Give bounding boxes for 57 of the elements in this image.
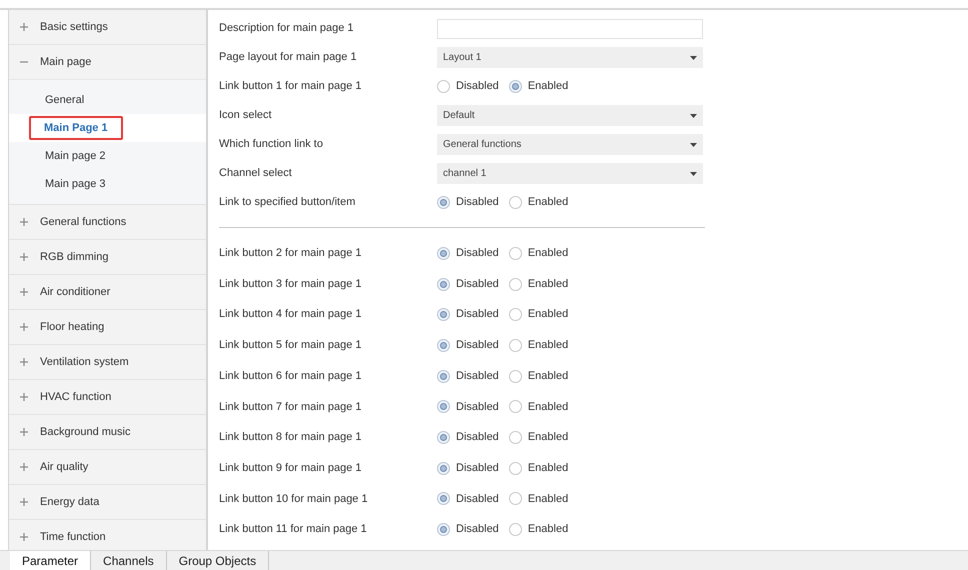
parameter-label: Description for main page 1 <box>219 21 355 36</box>
tab[interactable]: Parameter <box>10 551 92 570</box>
dropdown[interactable]: Default <box>437 105 703 126</box>
radio-option[interactable]: Enabled <box>508 306 568 323</box>
tab[interactable]: Channels <box>91 551 167 570</box>
radio-option[interactable]: Disabled <box>437 398 499 416</box>
parameter-label: Page layout for main page 1 <box>219 50 358 66</box>
sidebar-subitem[interactable]: Main page 3 <box>9 170 206 198</box>
sidebar-subitem[interactable]: Main Page 1 <box>9 114 206 142</box>
radio-option[interactable]: Enabled <box>508 398 568 416</box>
dropdown[interactable]: General functions <box>437 134 703 155</box>
parameter-label: Link button 8 for main page 1 <box>219 430 362 446</box>
radio-option[interactable]: Enabled <box>508 194 568 211</box>
radio-option[interactable]: Disabled <box>437 245 499 262</box>
parameter-label: Link button 3 for main page 1 <box>219 276 362 292</box>
radio-option[interactable]: Disabled <box>437 194 499 211</box>
dropdown-caret-icon <box>690 114 697 118</box>
parameter-label: Link button 6 for main page 1 <box>219 368 362 384</box>
radio-option[interactable]: Enabled <box>508 521 568 538</box>
radio-option[interactable]: Enabled <box>508 276 568 292</box>
radio-option[interactable]: Enabled <box>508 245 568 262</box>
sidebar-subitem[interactable]: General <box>9 86 206 114</box>
parameter-label: Link button 4 for main page 1 <box>219 307 362 322</box>
parameter-label: Link button 11 for main page 1 <box>219 522 368 538</box>
radio-option[interactable]: Disabled <box>437 460 499 476</box>
parameter-label: Link button 7 for main page 1 <box>219 400 362 415</box>
parameter-label: Link button 1 for main page 1 <box>219 79 362 94</box>
tab[interactable]: Group Objects <box>166 551 270 570</box>
radio-option[interactable]: Disabled <box>437 276 499 292</box>
radio-option[interactable]: Enabled <box>508 490 568 508</box>
text-field[interactable] <box>437 18 703 38</box>
radio-option[interactable]: Enabled <box>508 337 568 354</box>
radio-option[interactable]: Enabled <box>508 460 568 476</box>
radio-option[interactable]: Enabled <box>508 368 568 384</box>
radio-option[interactable]: Disabled <box>437 337 499 354</box>
dropdown-caret-icon <box>690 56 697 60</box>
sidebar-subitem[interactable]: Main page 2 <box>9 142 206 170</box>
parameter-label: Link button 2 for main page 1 <box>219 246 362 262</box>
dropdown[interactable]: channel 1 <box>437 163 703 184</box>
parameter-label: Link button 10 for main page 1 <box>219 492 369 507</box>
radio-option[interactable]: Disabled <box>437 368 499 384</box>
dropdown[interactable]: Layout 1 <box>437 47 703 68</box>
radio-option[interactable]: Enabled <box>508 429 568 446</box>
parameter-label: Link button 9 for main page 1 <box>219 460 362 476</box>
radio-option[interactable]: Disabled <box>437 78 499 95</box>
parameter-label: Channel select <box>219 166 293 182</box>
radio-option[interactable]: Disabled <box>437 306 499 323</box>
radio-option[interactable]: Enabled <box>508 78 568 95</box>
parameter-label: Link to specified button/item <box>219 195 356 210</box>
dropdown-caret-icon <box>690 142 697 146</box>
radio-option[interactable]: Disabled <box>437 429 499 446</box>
radio-option[interactable]: Disabled <box>437 521 499 538</box>
parameter-label: Icon select <box>219 108 273 124</box>
dropdown-caret-icon <box>690 172 697 176</box>
parameter-label: Which function link to <box>219 137 324 152</box>
radio-option[interactable]: Disabled <box>437 490 499 508</box>
parameter-label: Link button 5 for main page 1 <box>219 338 362 354</box>
